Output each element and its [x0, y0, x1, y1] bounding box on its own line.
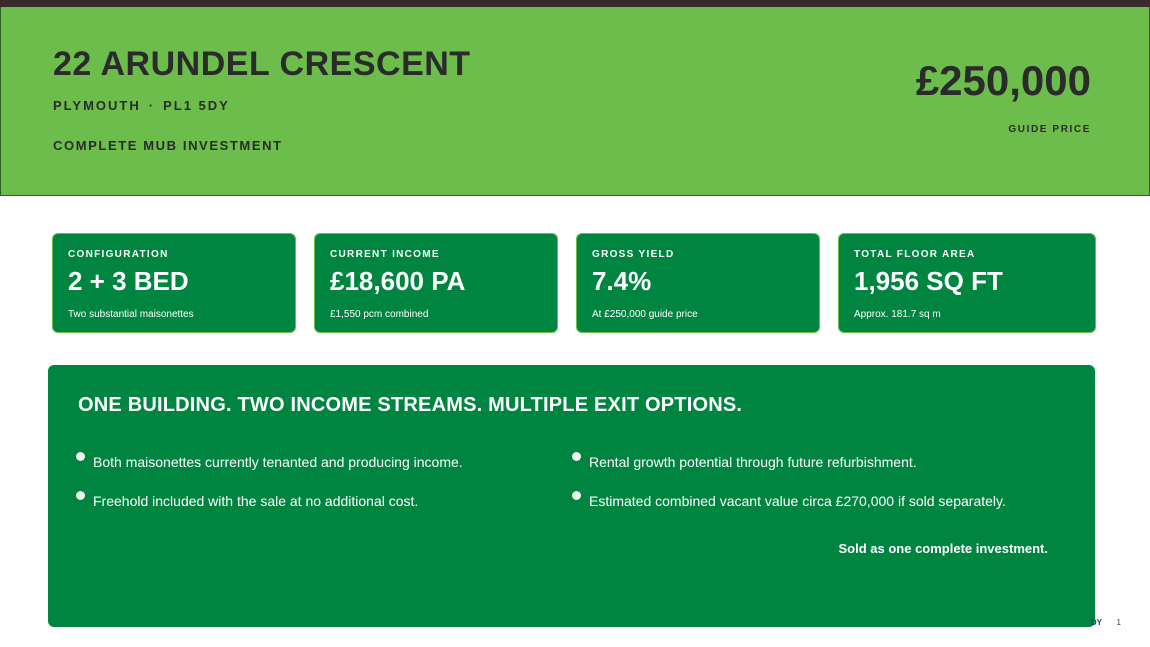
stat-value: 7.4% — [592, 266, 652, 296]
bullet-dot-icon — [572, 452, 581, 461]
highlights-panel: ONE BUILDING. TWO INCOME STREAMS. MULTIP… — [48, 365, 1095, 627]
bullet-dot-icon — [76, 452, 85, 461]
highlight-item: Estimated combined vacant value circa £2… — [572, 491, 1006, 509]
highlight-item: Freehold included with the sale at no ad… — [76, 491, 419, 509]
stat-label: CONFIGURATION — [68, 249, 169, 260]
highlight-text: Freehold included with the sale at no ad… — [93, 493, 419, 509]
closing-statement: Sold as one complete investment. — [838, 541, 1049, 556]
guide-price: £250,000 — [915, 57, 1091, 104]
city: PLYMOUTH — [53, 98, 141, 113]
postcode: PL1 5DY — [163, 98, 230, 113]
guide-price-label: GUIDE PRICE — [1008, 124, 1091, 135]
stat-label: TOTAL FLOOR AREA — [854, 249, 976, 260]
highlight-item: Both maisonettes currently tenanted and … — [76, 452, 463, 470]
highlight-text: Estimated combined vacant value circa £2… — [589, 493, 1006, 509]
stat-value: 2 + 3 BED — [68, 266, 189, 296]
stat-card-configuration: CONFIGURATION 2 + 3 BED Two substantial … — [52, 233, 296, 333]
stat-label: CURRENT INCOME — [330, 249, 440, 260]
highlights-heading: ONE BUILDING. TWO INCOME STREAMS. MULTIP… — [78, 394, 743, 416]
bullet-dot-icon — [572, 491, 581, 500]
highlight-text: Rental growth potential through future r… — [589, 454, 917, 470]
investment-tagline: COMPLETE MUB INVESTMENT — [53, 138, 283, 153]
bullet-dot-icon — [76, 491, 85, 500]
stat-label: GROSS YIELD — [592, 249, 675, 260]
stat-card-current-income: CURRENT INCOME £18,600 PA £1,550 pcm com… — [314, 233, 558, 333]
top-bar — [0, 0, 1150, 7]
stat-note: At £250,000 guide price — [592, 309, 698, 320]
stat-card-gross-yield: GROSS YIELD 7.4% At £250,000 guide price — [576, 233, 820, 333]
stat-value: 1,956 SQ FT — [854, 266, 1003, 296]
page-number: 1 — [1116, 618, 1121, 627]
separator-dot: · — [148, 98, 156, 113]
footer-text: DY — [1090, 618, 1102, 627]
property-address: 22 ARUNDEL CRESCENT — [53, 45, 471, 83]
stat-note: Approx. 181.7 sq m — [854, 309, 941, 320]
stat-note: £1,550 pcm combined — [330, 309, 429, 320]
highlight-item: Rental growth potential through future r… — [572, 452, 917, 470]
property-location: PLYMOUTH · PL1 5DY — [53, 98, 230, 113]
stat-card-total-floor-area: TOTAL FLOOR AREA 1,956 SQ FT Approx. 181… — [838, 233, 1096, 333]
stat-value: £18,600 PA — [330, 266, 466, 296]
highlight-text: Both maisonettes currently tenanted and … — [93, 454, 463, 470]
hero-banner: 22 ARUNDEL CRESCENT PLYMOUTH · PL1 5DY COM… — [0, 7, 1150, 196]
stat-note: Two substantial maisonettes — [68, 309, 194, 320]
